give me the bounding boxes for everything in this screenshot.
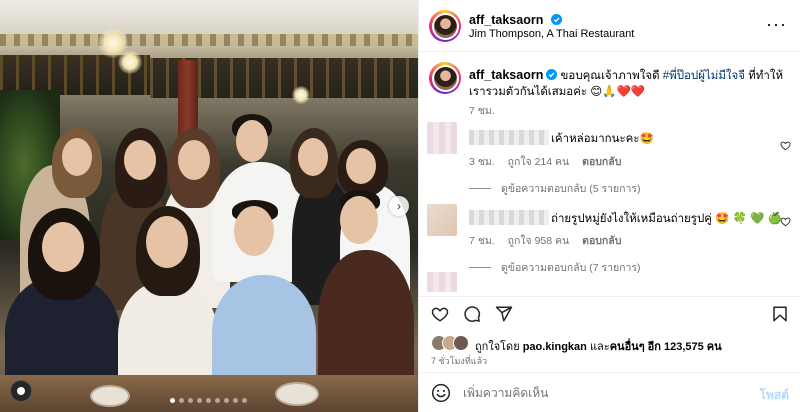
- view-replies-button[interactable]: ดูข้อความตอบกลับ (5 รายการ): [469, 180, 641, 197]
- comment-input[interactable]: [463, 382, 733, 404]
- liker-avatars[interactable]: [431, 335, 469, 351]
- author-username[interactable]: aff_taksaorn: [469, 13, 543, 27]
- comment-avatar[interactable]: [427, 204, 457, 236]
- chevron-right-icon: ›: [397, 199, 401, 213]
- tagged-users-icon[interactable]: [10, 380, 32, 402]
- caption-text: aff_taksaorn ขอบคุณเจ้าภาพใจดี #พี่ป๊อปผ…: [469, 67, 789, 100]
- post-photo[interactable]: ›: [0, 0, 418, 412]
- comment-avatar[interactable]: [427, 122, 457, 154]
- comment-text: ถ่ายรูปหมู่ยังไงให้เหมือนถ่ายรูปคู่ 🤩 🍀 …: [469, 210, 782, 227]
- photo-ceiling: [0, 0, 418, 60]
- author-avatar[interactable]: [429, 10, 461, 42]
- heart-icon[interactable]: [780, 216, 791, 227]
- liker-avatar: [453, 335, 469, 351]
- comment-username-blurred[interactable]: [469, 130, 549, 145]
- carousel-dot: [242, 398, 247, 403]
- carousel-dot: [197, 398, 202, 403]
- table-item: [275, 382, 319, 406]
- caption-time: 7 ชม.: [469, 105, 495, 117]
- person-face: [42, 222, 84, 272]
- share-icon[interactable]: [495, 305, 513, 323]
- lamp: [118, 50, 142, 74]
- bookmark-icon[interactable]: [771, 305, 789, 323]
- comment-username-blurred[interactable]: [469, 210, 549, 225]
- reply-button[interactable]: ตอบกลับ: [582, 235, 621, 247]
- post-timestamp: 7 ชั่วโมงที่แล้ว: [431, 356, 488, 366]
- action-bar: [419, 296, 800, 330]
- verified-badge-icon: [550, 14, 562, 25]
- post-location[interactable]: Jim Thompson, A Thai Restaurant: [469, 28, 634, 40]
- heart-icon[interactable]: [431, 305, 449, 323]
- emoji-icon[interactable]: [431, 383, 451, 403]
- person-face: [346, 148, 376, 184]
- replies-divider: [469, 188, 491, 189]
- post-comment-button[interactable]: โพสต์: [760, 386, 789, 405]
- view-replies-button[interactable]: ดูข้อความตอบกลับ (7 รายการ): [469, 259, 641, 276]
- carousel-dot: [179, 398, 184, 403]
- carousel-dot: [206, 398, 211, 403]
- comment-meta: 7 ชม. ถูกใจ 958 คน ตอบกลับ: [469, 232, 631, 249]
- comment-likes[interactable]: ถูกใจ 958 คน: [508, 235, 570, 247]
- post-side-panel: aff_taksaorn Jim Thompson, A Thai Restau…: [418, 0, 800, 412]
- carousel-dot: [188, 398, 193, 403]
- carousel-dot: [215, 398, 220, 403]
- carousel-dot: [170, 398, 175, 403]
- comment-time: 7 ชม.: [469, 235, 495, 247]
- person-face: [298, 138, 328, 176]
- comment-likes[interactable]: ถูกใจ 214 คน: [508, 156, 570, 168]
- person-face: [146, 216, 188, 268]
- comment-text: เค้าหล่อมากนะคะ🤩: [469, 130, 654, 147]
- comment-time: 3 ชม.: [469, 156, 495, 168]
- person-face: [178, 140, 210, 180]
- likes-count[interactable]: คนอื่นๆ อีก 123,575 คน: [610, 341, 722, 353]
- more-options-icon[interactable]: ···: [766, 15, 787, 33]
- comment-icon[interactable]: [463, 305, 481, 323]
- carousel-dot: [224, 398, 229, 403]
- carousel-dots: [170, 398, 247, 403]
- lamp: [292, 86, 310, 104]
- heart-icon[interactable]: [780, 140, 791, 151]
- person-face: [124, 140, 156, 180]
- comment-meta: 3 ชม. ถูกใจ 214 คน ตอบกลับ: [469, 153, 631, 170]
- table-item: [90, 385, 130, 407]
- caption-username[interactable]: aff_taksaorn: [469, 68, 543, 82]
- person-face: [340, 196, 378, 244]
- person-face: [234, 206, 274, 256]
- photo-rail: [0, 34, 418, 46]
- post-header: aff_taksaorn Jim Thompson, A Thai Restau…: [419, 0, 800, 52]
- carousel-next-button[interactable]: ›: [389, 196, 409, 216]
- carousel-dot: [233, 398, 238, 403]
- replies-divider: [469, 267, 491, 268]
- person: [318, 250, 414, 395]
- verified-badge-icon: [546, 69, 558, 80]
- person-face: [236, 120, 268, 162]
- photo-table: [0, 375, 418, 412]
- add-comment-bar: โพสต์: [419, 372, 800, 412]
- likes-row: ถูกใจโดย pao.kingkan และคนอื่นๆ อีก 123,…: [419, 332, 800, 356]
- caption-body: ขอบคุณเจ้าภาพใจดี: [560, 70, 663, 82]
- person-face: [62, 138, 92, 176]
- comment-avatar[interactable]: [427, 272, 457, 292]
- caption-avatar[interactable]: [429, 62, 461, 94]
- reply-button[interactable]: ตอบกลับ: [582, 156, 621, 168]
- liker-username[interactable]: pao.kingkan: [523, 341, 587, 353]
- caption-hashtag[interactable]: #พี่ป๊อปผู้ไม่มีใจจี: [663, 70, 745, 82]
- likes-summary: ถูกใจโดย pao.kingkan และคนอื่นๆ อีก 123,…: [475, 341, 722, 353]
